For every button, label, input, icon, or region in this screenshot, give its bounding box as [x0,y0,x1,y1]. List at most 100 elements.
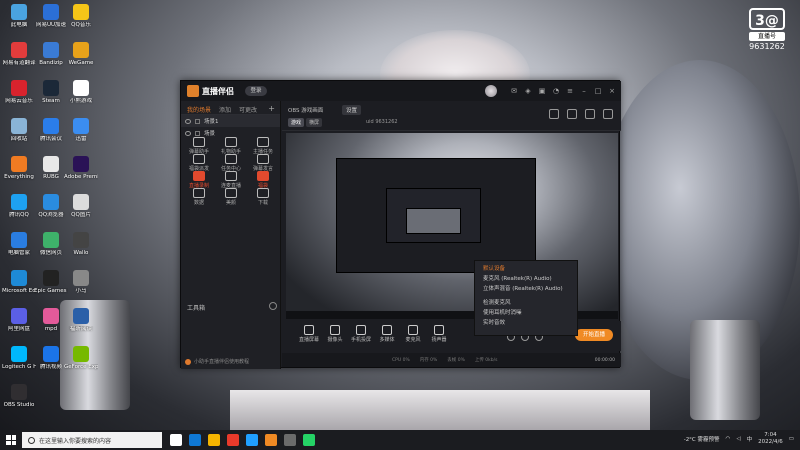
eye-icon[interactable] [185,130,191,136]
menu-item[interactable]: 默认设备 [475,264,577,274]
gift-icon[interactable]: ◈ [523,86,533,96]
desktop-icon[interactable]: 阿里网盘 [2,308,36,333]
share-icon[interactable] [603,109,613,119]
avatar[interactable] [485,85,497,97]
tool-item[interactable]: 弹幕助手 [183,137,215,155]
go-live-button[interactable]: 开始直播 [575,329,613,341]
tool-item[interactable]: 下载 [247,188,279,206]
filter-icon[interactable] [567,109,577,119]
desktop-icon[interactable]: 腾讯QQ [2,194,36,219]
menu-item[interactable]: 使用耳机时消噪 [475,308,577,318]
tab-my-scenes[interactable]: 我的场景 [187,105,211,114]
desktop-icon[interactable]: 网易云音乐 [2,80,36,105]
minimize-icon[interactable]: – [579,86,589,96]
message-icon[interactable]: ✉ [509,86,519,96]
taskbar-app-icon[interactable] [227,434,239,446]
taskbar-app-icon[interactable] [265,434,277,446]
desktop-icon[interactable]: Bandizip [34,42,68,67]
media-button[interactable]: 多媒体 [374,325,400,343]
desktop-icon[interactable]: 小马 [64,270,98,295]
menu-item[interactable]: 检测麦克风 [475,298,577,308]
tool-item[interactable]: 直播录制 [183,171,215,189]
mode-landscape[interactable]: 横屏 [306,118,323,127]
notification-icon[interactable]: ▭ [789,436,794,442]
desktop-icon[interactable]: Everything [2,156,36,181]
login-button[interactable]: 登录 [245,86,267,96]
desktop-icon[interactable]: 网易UU加速 [34,4,68,29]
tab-edit[interactable]: 可更改 [239,105,257,114]
desktop-icon[interactable]: Wallo [64,232,98,257]
tool-item[interactable]: 礼物助手 [215,137,247,155]
taskbar-app-icon[interactable] [246,434,258,446]
desktop-icon[interactable]: Adobe Premie... [64,156,98,181]
effects-icon[interactable] [585,109,595,119]
bell-icon[interactable]: ◔ [551,86,561,96]
lock-icon[interactable] [195,118,200,124]
desktop-icon[interactable]: Microsoft Edge [2,270,36,295]
phone-cast-button[interactable]: 手机投屏 [348,325,374,343]
desktop-icon[interactable]: 此电脑 [2,4,36,29]
desktop-icon[interactable]: 腾讯会议 [34,118,68,143]
desktop-icon[interactable]: 网易有道翻译 [2,42,36,67]
screen-capture-button[interactable]: 直播屏幕 [296,325,322,343]
close-icon[interactable]: × [607,86,617,96]
tool-item[interactable]: 弹幕发言 [247,154,279,172]
desktop-icon[interactable]: 微信网页 [34,232,68,257]
tool-item[interactable]: 福袋 [247,171,279,189]
scene-item[interactable]: 场景1 [181,115,280,127]
tool-item[interactable]: 任务中心 [215,154,247,172]
beauty-icon[interactable] [549,109,559,119]
ime-icon[interactable]: 中 [747,435,753,443]
lock-icon[interactable] [195,130,200,136]
desktop-icon[interactable]: 迅雷 [64,118,98,143]
tool-item[interactable]: 福袋派发 [183,154,215,172]
desktop-icon[interactable]: QQ图片 [64,194,98,219]
toolbox-settings-icon[interactable] [269,302,277,310]
tool-item[interactable]: 数据 [183,188,215,206]
desktop-icon[interactable]: GeForce Experience [64,346,98,371]
taskbar-app-icon[interactable] [208,434,220,446]
desktop-icon[interactable]: OBS Studio [2,384,36,409]
menu-item[interactable]: 立体声混音 (Realtek(R) Audio) [475,284,577,294]
settings-button[interactable]: 设置 [342,105,362,115]
desktop-icon[interactable]: RUBG [34,156,68,181]
speaker-button[interactable]: 扬声器 [426,325,452,343]
add-scene-icon[interactable]: + [268,104,275,113]
tool-item[interactable]: 美颜 [215,188,247,206]
volume-icon[interactable]: ◁ [736,436,740,442]
taskbar-app-icon[interactable] [189,434,201,446]
desktop-icon[interactable]: mpd [34,308,68,333]
windows-start-icon[interactable] [6,435,16,445]
network-icon[interactable]: ◠ [726,436,731,442]
taskbar-app-icon[interactable] [303,434,315,446]
desktop-icon[interactable]: 回收站 [2,118,36,143]
microphone-button[interactable]: 麦克风 [400,325,426,343]
desktop-icon[interactable]: 电脑管家 [2,232,36,257]
desktop-icon[interactable]: Epic Games Launcher [34,270,68,295]
mode-game[interactable]: 游戏 [288,118,305,127]
desktop-icon[interactable]: QQ音乐 [64,4,98,29]
tutorial-link[interactable]: 小助手直播伴侣使用教程 [185,358,249,365]
eye-icon[interactable] [185,118,191,124]
menu-item[interactable]: 实时音效 [475,318,577,328]
taskbar-app-icon[interactable] [170,434,182,446]
menu-item[interactable]: 麦克风 (Realtek(R) Audio) [475,274,577,284]
search-input[interactable]: 在这里输入你要搜索的内容 [22,432,162,448]
tool-item[interactable]: 连麦直播 [215,171,247,189]
maximize-icon[interactable]: □ [593,86,603,96]
menu-icon[interactable]: ≡ [565,86,575,96]
desktop-icon[interactable]: QQ浏览器 [34,194,68,219]
desktop-icon[interactable]: 福昕阅读 [64,308,98,333]
desktop-icon[interactable]: Logitech G HUB [2,346,36,371]
weather-label[interactable]: -2°C 雾霾预警 [684,435,720,443]
camera-button[interactable]: 摄像头 [322,325,348,343]
taskbar-app-icon[interactable] [284,434,296,446]
tool-item[interactable]: 主播任务 [247,137,279,155]
datetime[interactable]: 7:04 2022/4/6 [758,432,783,446]
desktop-icon[interactable]: 腾讯视频 [34,346,68,371]
tab-add[interactable]: 添加 [219,105,231,114]
desktop-icon[interactable]: 小熊游戏 [64,80,98,105]
desktop-icon[interactable]: Steam [34,80,68,105]
task-icon[interactable]: ▣ [537,86,547,96]
desktop-icon[interactable]: WeGame [64,42,98,67]
